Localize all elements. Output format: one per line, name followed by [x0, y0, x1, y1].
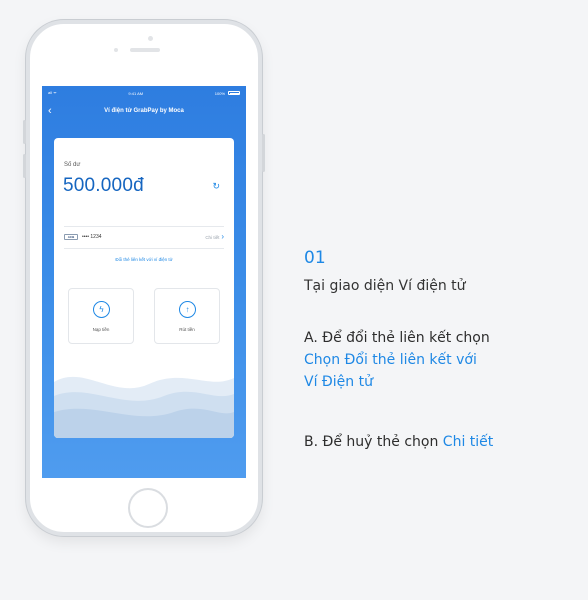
- refresh-icon[interactable]: ↻: [212, 182, 220, 191]
- withdraw-button[interactable]: ↑ Rút tiền: [154, 288, 220, 344]
- divider: [64, 226, 224, 227]
- phone-home-button: [128, 488, 168, 528]
- section-a-heading: A. Để đổi thẻ liên kết chọn: [304, 330, 490, 346]
- change-linked-card-link[interactable]: Đổi thẻ liên kết với ví điện tử: [54, 257, 234, 262]
- topup-button[interactable]: ϟ Nạp tiền: [68, 288, 134, 344]
- withdraw-arrow-icon: ↑: [179, 301, 196, 318]
- status-time: 9:41 AM: [128, 90, 144, 96]
- section-a-link-line2: Ví Điện tử: [304, 374, 373, 390]
- phone-camera: [148, 36, 153, 41]
- phone-volume-button: [23, 120, 26, 144]
- section-a-link-line1: Chọn Đổi thẻ liên kết với: [304, 352, 477, 368]
- section-b-line: B. Để huỷ thẻ chọn Chi tiết: [304, 431, 588, 453]
- decorative-waves: [54, 376, 234, 438]
- topup-label: Nạp tiền: [92, 327, 110, 332]
- battery-indicator: 100%: [215, 91, 240, 96]
- phone-speaker: [130, 48, 160, 52]
- battery-icon: [228, 91, 240, 95]
- nav-bar: ‹ Ví điện tử GrabPay by Moca: [42, 100, 246, 122]
- wallet-card: Số dư 500.000đ ↻ ACB •••• 1234 Chi tiết …: [54, 138, 234, 438]
- balance-amount: 500.000đ: [63, 175, 144, 196]
- status-bar: all ᯤ 9:41 AM 100%: [42, 86, 246, 100]
- detail-link-label: Chi tiết: [205, 234, 220, 240]
- linked-account-row[interactable]: ACB •••• 1234 Chi tiết ›: [64, 231, 224, 243]
- divider: [64, 248, 224, 249]
- nav-title: Ví điện tử GrabPay by Moca: [104, 108, 184, 114]
- phone-screen: all ᯤ 9:41 AM 100% ‹ Ví điện tử GrabPay …: [42, 86, 246, 478]
- topup-bolt-icon: ϟ: [93, 301, 110, 318]
- phone-sensor: [114, 48, 118, 52]
- back-chevron-icon[interactable]: ‹: [48, 105, 62, 117]
- detail-link[interactable]: Chi tiết ›: [205, 233, 224, 241]
- section-b-link: Chi tiết: [442, 434, 494, 450]
- signal-icon: all ᯤ: [48, 90, 57, 95]
- instruction-panel: 01 Tại giao diện Ví điện tử A. Để đổi th…: [304, 247, 588, 453]
- phone-power-button: [262, 134, 265, 172]
- withdraw-label: Rút tiền: [179, 327, 195, 332]
- battery-percent: 100%: [214, 90, 225, 96]
- section-b-prefix: B. Để huỷ thẻ chọn: [304, 434, 443, 450]
- phone-volume-button: [23, 154, 26, 178]
- step-number: 01: [304, 248, 326, 268]
- bank-logo: ACB: [64, 234, 78, 240]
- phone-mockup: all ᯤ 9:41 AM 100% ‹ Ví điện tử GrabPay …: [23, 20, 265, 536]
- chevron-right-icon: ›: [221, 232, 224, 241]
- step-subtitle: Tại giao diện Ví điện tử: [304, 278, 466, 294]
- account-number: •••• 1234: [82, 234, 102, 240]
- balance-label: Số dư: [64, 162, 81, 168]
- signal-indicator: all ᯤ: [48, 90, 57, 96]
